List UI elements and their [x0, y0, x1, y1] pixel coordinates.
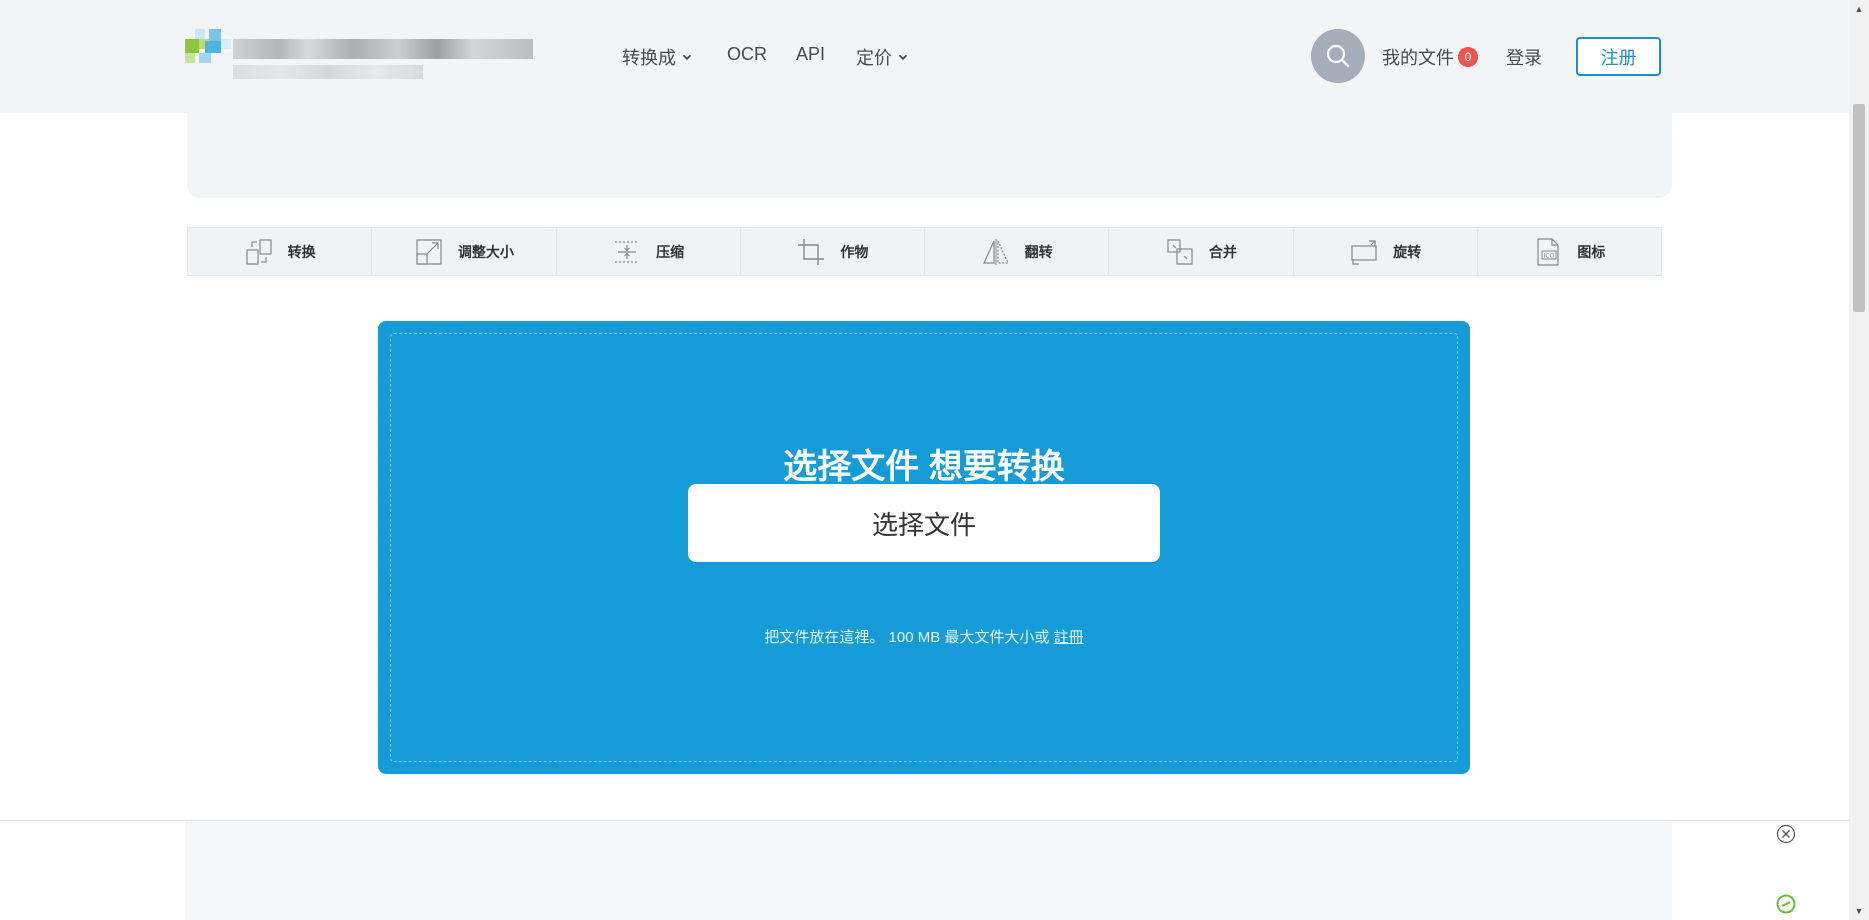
- nav-ocr-label: OCR: [727, 44, 767, 64]
- search-icon: [1326, 44, 1350, 68]
- site-header: 转换成 OCR API 定价 我的文件 0 登录 注册: [0, 0, 1849, 113]
- tool-icon-label: 图标: [1577, 243, 1606, 260]
- chevron-down-icon: [682, 54, 692, 61]
- scroll-up-arrow-icon[interactable]: ▲: [1849, 0, 1869, 18]
- nav-convert-to[interactable]: 转换成: [622, 44, 692, 70]
- crop-icon: [798, 238, 825, 265]
- close-icon[interactable]: [1776, 824, 1796, 844]
- tool-compress[interactable]: 压缩: [557, 228, 741, 275]
- svg-text:ICO: ICO: [1544, 252, 1555, 259]
- tool-resize[interactable]: 调整大小: [372, 228, 557, 275]
- logo-wordmark-blurred: [233, 39, 533, 59]
- tool-merge-label: 合并: [1208, 243, 1237, 260]
- scrollbar-thumb[interactable]: [1853, 104, 1865, 312]
- tool-rotate[interactable]: 旋转: [1294, 228, 1478, 275]
- ad-banner-bottom: [0, 820, 1849, 920]
- merge-icon: [1167, 238, 1193, 265]
- tool-rotate-label: 旋转: [1393, 243, 1422, 260]
- drop-note: 把文件放在這裡。 100 MB 最大文件大小或 註冊: [378, 626, 1470, 647]
- logo-mark-icon: [185, 29, 231, 71]
- resize-icon: [416, 238, 442, 265]
- ico-icon: ICO: [1537, 237, 1559, 266]
- my-files-link[interactable]: 我的文件 0: [1382, 44, 1478, 70]
- site-logo[interactable]: [185, 29, 533, 83]
- tool-flip[interactable]: 翻转: [925, 228, 1110, 275]
- upload-title: 选择文件 想要转换: [783, 448, 1065, 486]
- upload-dropzone[interactable]: 选择文件 想要转换 选择文件 把文件放在這裡。 100 MB 最大文件大小或 註…: [378, 321, 1470, 774]
- rotate-icon: [1351, 239, 1377, 265]
- drop-note-text: 把文件放在這裡。 100 MB 最大文件大小或: [764, 629, 1050, 646]
- tool-icon[interactable]: ICO 图标: [1478, 228, 1661, 275]
- nav-pricing[interactable]: 定价: [856, 44, 908, 70]
- my-files-count-badge: 0: [1458, 47, 1478, 67]
- nav-pricing-label: 定价: [856, 48, 892, 68]
- tool-resize-label: 调整大小: [457, 243, 514, 260]
- nav-api[interactable]: API: [796, 44, 825, 65]
- choose-file-button[interactable]: 选择文件: [688, 484, 1160, 562]
- tool-bar: 转换 调整大小 压缩 作物 翻转 合并 旋转 ICO 图标: [187, 227, 1662, 276]
- tool-crop-label: 作物: [840, 243, 869, 260]
- tool-crop[interactable]: 作物: [741, 228, 925, 275]
- tool-convert[interactable]: 转换: [188, 228, 373, 275]
- my-files-label: 我的文件: [1382, 48, 1454, 68]
- search-button[interactable]: [1311, 29, 1365, 83]
- ad-banner-top: [187, 113, 1672, 198]
- login-link[interactable]: 登录: [1506, 44, 1542, 70]
- register-button[interactable]: 注册: [1576, 37, 1661, 76]
- tool-compress-label: 压缩: [656, 243, 685, 260]
- scroll-down-arrow-icon[interactable]: ▼: [1849, 902, 1869, 920]
- tool-convert-label: 转换: [287, 243, 316, 260]
- logo-tagline-blurred: [233, 65, 423, 79]
- chevron-down-icon: [898, 54, 908, 61]
- tool-flip-label: 翻转: [1024, 243, 1053, 260]
- nav-ocr[interactable]: OCR: [727, 44, 767, 65]
- tool-merge[interactable]: 合并: [1109, 228, 1294, 275]
- ad-choices-icon[interactable]: [1776, 894, 1796, 914]
- flip-icon: [982, 238, 1009, 265]
- drop-note-register-link[interactable]: 註冊: [1054, 629, 1084, 646]
- convert-icon: [246, 238, 272, 265]
- nav-api-label: API: [796, 44, 826, 64]
- compress-icon: [615, 240, 640, 263]
- page-scrollbar[interactable]: ▲ ▼: [1849, 0, 1869, 920]
- ad-banner-content: [185, 821, 1672, 920]
- nav-convert-to-label: 转换成: [622, 48, 676, 68]
